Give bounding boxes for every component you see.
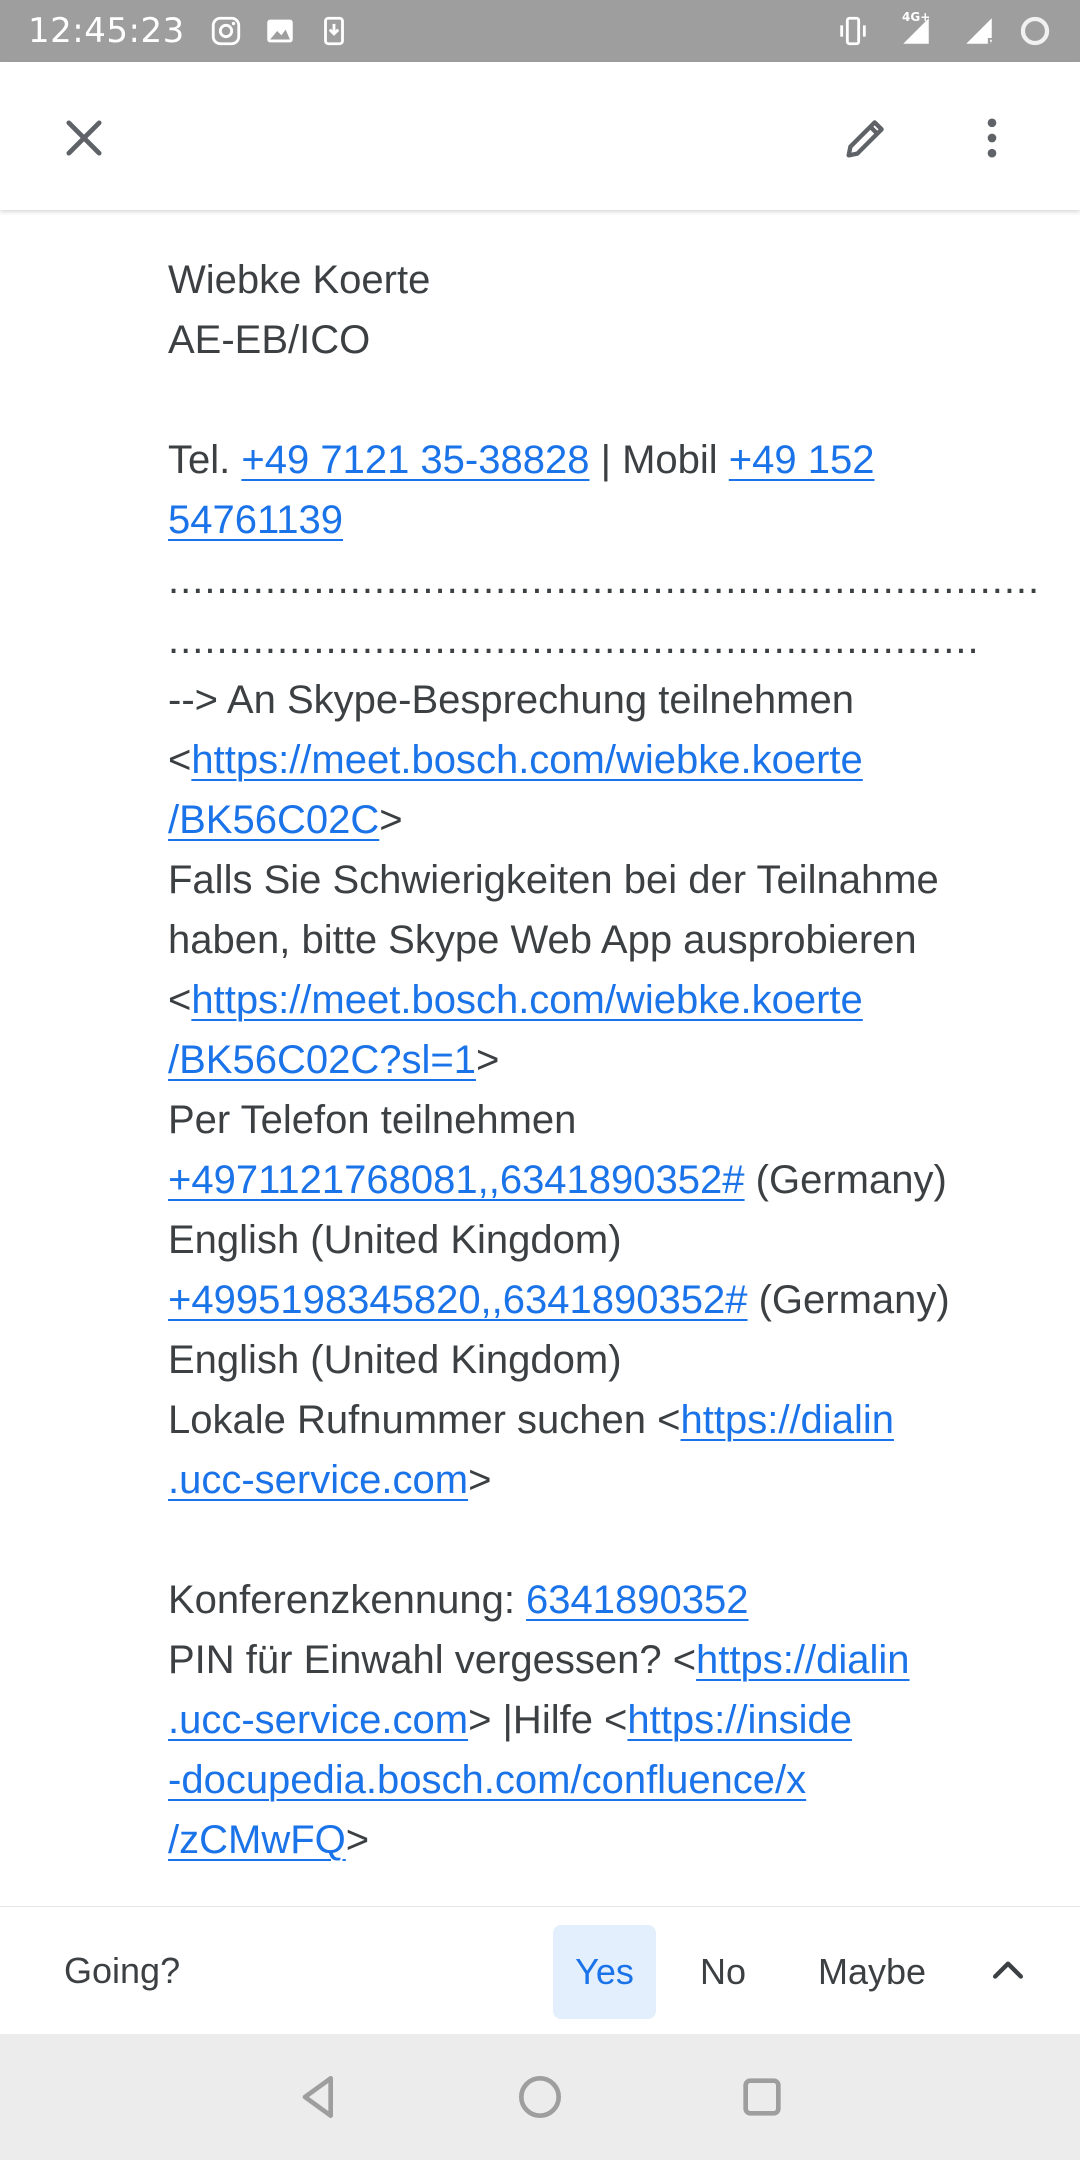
webapp-link-part-1[interactable]: https://meet.bosch.com/wiebke.koerte: [191, 978, 862, 1022]
back-triangle-icon: [302, 2076, 333, 2118]
help-line-2: -docupedia.bosch.com/confluence/x: [168, 1750, 1040, 1810]
close-icon: [66, 120, 102, 156]
rsvp-bar: Going? Yes No Maybe: [0, 1906, 1080, 2034]
conference-id-link[interactable]: 6341890352: [526, 1578, 748, 1622]
webapp-link-part-2[interactable]: /BK56C02C?sl=1: [168, 1038, 476, 1082]
signature-department: AE-EB/ICO: [168, 318, 371, 362]
bracket-close: >: [468, 1458, 492, 1502]
image-icon: [263, 14, 297, 48]
status-right-icons: 4G+ R: [836, 10, 1052, 50]
instagram-icon: [209, 14, 243, 48]
rsvp-yes-button[interactable]: Yes: [553, 1925, 656, 2019]
signal-4g-icon: 4G+: [892, 10, 940, 48]
bracket-open: <: [168, 978, 192, 1022]
dial-line-2: +4995198345820,,6341890352# (Germany): [168, 1270, 1040, 1330]
tel-label: Tel.: [168, 438, 242, 482]
pin-label: PIN für Einwahl vergessen?: [168, 1638, 673, 1682]
webapp-link-line-1: <https://meet.bosch.com/wiebke.koerte: [168, 970, 1040, 1030]
event-description: Wiebke Koerte AE-EB/ICO Tel. +49 7121 35…: [0, 210, 1080, 1906]
help-link-part-3[interactable]: /zCMwFQ: [168, 1818, 346, 1862]
more-options-button[interactable]: [956, 102, 1028, 174]
help-line-3: /zCMwFQ>: [168, 1810, 1040, 1870]
signature-name: Wiebke Koerte: [168, 258, 431, 302]
dial-lang-2: English (United Kingdom): [168, 1338, 622, 1382]
help-line-1: .ucc-service.com> |Hilfe <https://inside: [168, 1690, 1040, 1750]
skype-join-text: --> An Skype-Besprechung teilnehmen: [168, 678, 854, 722]
nav-back-button[interactable]: [286, 2064, 352, 2130]
close-button[interactable]: [48, 102, 120, 174]
trouble-text-1: Falls Sie Schwierigkeiten bei der Teilna…: [168, 858, 939, 902]
local-number-label: Lokale Rufnummer suchen: [168, 1398, 658, 1442]
separator-dots-2: ........................................…: [168, 618, 980, 662]
status-bar: 12:45:23 4G+ R: [0, 0, 1080, 62]
conference-id-line: Konferenzkennung: 6341890352: [168, 1570, 1040, 1630]
skype-link-line-1: <https://meet.bosch.com/wiebke.koerte: [168, 730, 1040, 790]
phone-line: Tel. +49 7121 35-38828 | Mobil +49 152: [168, 430, 1040, 490]
home-circle-icon: [519, 2076, 561, 2118]
dialin-link-part-1[interactable]: https://dialin: [681, 1398, 894, 1442]
skype-link-part-2[interactable]: /BK56C02C: [168, 798, 379, 842]
dial-line-1: +4971121768081,,6341890352# (Germany): [168, 1150, 1040, 1210]
pin-link-part-2[interactable]: .ucc-service.com: [168, 1698, 468, 1742]
download-icon: [317, 14, 351, 48]
dial-lang-1: English (United Kingdom): [168, 1218, 622, 1262]
battery-circle-icon: [1018, 14, 1052, 48]
status-time: 12:45:23: [28, 11, 185, 51]
nav-home-button[interactable]: [507, 2064, 573, 2130]
chevron-up-icon: [992, 1961, 1024, 1979]
dial-link-1[interactable]: +4971121768081,,6341890352#: [168, 1158, 745, 1202]
pencil-icon: [846, 120, 884, 158]
dialin-link-part-2[interactable]: .ucc-service.com: [168, 1458, 468, 1502]
phone-line-2: 54761139: [168, 490, 1040, 550]
webapp-link-line-2: /BK56C02C?sl=1>: [168, 1030, 1040, 1090]
separator-dots-1: ........................................…: [168, 558, 1040, 602]
bracket-open: <: [657, 1398, 681, 1442]
rsvp-no-button[interactable]: No: [680, 1925, 766, 2019]
rsvp-label: Going?: [64, 1949, 181, 1991]
dial-country-1: (Germany): [744, 1158, 947, 1202]
rsvp-maybe-button[interactable]: Maybe: [800, 1925, 944, 2019]
help-label: > |Hilfe <: [468, 1698, 628, 1742]
mobile-label: | Mobil: [589, 438, 729, 482]
conference-id-label: Konferenzkennung:: [168, 1578, 527, 1622]
network-type: 4G+: [902, 10, 931, 24]
top-app-bar: [0, 62, 1080, 210]
system-nav-bar: [0, 2034, 1080, 2160]
help-link-part-1[interactable]: https://inside: [627, 1698, 852, 1742]
vibrate-icon: [836, 14, 870, 48]
local-number-line-2: .ucc-service.com>: [168, 1450, 1040, 1510]
phone-join-text: Per Telefon teilnehmen: [168, 1098, 577, 1142]
nav-recents-button[interactable]: [729, 2064, 795, 2130]
skype-link-part-1[interactable]: https://meet.bosch.com/wiebke.koerte: [191, 738, 862, 782]
bracket-close: >: [345, 1818, 370, 1862]
rsvp-expand-button[interactable]: [978, 1941, 1038, 2001]
dial-country-2: (Germany): [747, 1278, 950, 1322]
help-link-part-2[interactable]: -docupedia.bosch.com/confluence/x: [168, 1758, 806, 1802]
dial-link-2[interactable]: +4995198345820,,6341890352#: [168, 1278, 748, 1322]
pin-line: PIN für Einwahl vergessen? <https://dial…: [168, 1630, 1040, 1690]
more-vert-icon: [987, 118, 997, 158]
tel-link[interactable]: +49 7121 35-38828: [241, 438, 589, 482]
edit-button[interactable]: [830, 102, 902, 174]
status-left-icons: [209, 14, 351, 48]
skype-link-line-2: /BK56C02C>: [168, 790, 1040, 850]
bracket-open: <: [168, 738, 192, 782]
trouble-text-2: haben, bitte Skype Web App ausprobieren: [168, 918, 917, 962]
roaming-indicator: R: [986, 36, 996, 50]
mobile-link-part-2[interactable]: 54761139: [168, 498, 343, 542]
bracket-open: <: [672, 1638, 697, 1682]
signal-roaming-icon: R: [962, 14, 996, 50]
recents-square-icon: [743, 2078, 781, 2116]
local-number-line-1: Lokale Rufnummer suchen <https://dialin: [168, 1390, 1040, 1450]
mobile-link-part-1[interactable]: +49 152: [729, 438, 875, 482]
bracket-close: >: [475, 1038, 500, 1082]
pin-link-part-1[interactable]: https://dialin: [696, 1638, 909, 1682]
bracket-close: >: [379, 798, 403, 842]
